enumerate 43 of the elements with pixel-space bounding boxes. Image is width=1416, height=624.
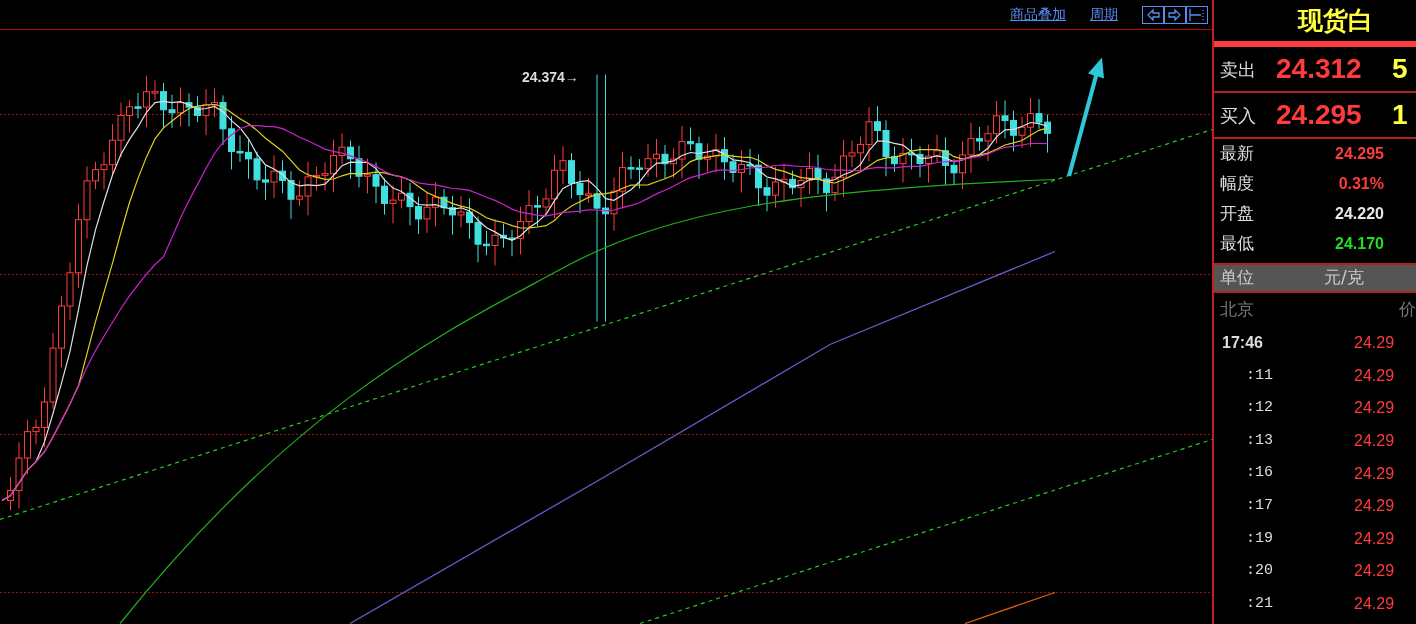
order-label: 卖出 — [1219, 57, 1257, 82]
tick-price: 24.29 — [1354, 528, 1395, 549]
instrument-title: 现货白 — [1296, 5, 1374, 37]
stat-value: 24.220 — [1334, 204, 1384, 224]
right-arrow-icon[interactable] — [1164, 5, 1186, 24]
tick-time: :11 — [1245, 365, 1274, 386]
layout-icon[interactable] — [1186, 5, 1208, 24]
tick-time: :21 — [1245, 593, 1274, 614]
tick-price: 24.29 — [1354, 496, 1395, 517]
stat-label: 最新 — [1219, 142, 1255, 166]
tick-price: 24.29 — [1354, 431, 1395, 452]
price-annotation: 24.374→ — [522, 68, 579, 87]
toolbar-link[interactable]: 商品叠加 — [1010, 4, 1066, 25]
column-header: 价 — [1399, 298, 1416, 322]
order-label: 买入 — [1219, 103, 1257, 128]
toolbar-link[interactable]: 周期 — [1090, 4, 1118, 25]
column-header: 北京 — [1219, 298, 1254, 322]
left-arrow-icon[interactable] — [1142, 5, 1164, 24]
stat-value: 0.31% — [1337, 174, 1384, 194]
tick-price: 24.29 — [1354, 365, 1395, 386]
stat-value: 24.295 — [1334, 144, 1384, 164]
tick-price: 24.29 — [1354, 333, 1395, 354]
order-volume: 5 — [1392, 52, 1408, 86]
tick-time: 17:46 — [1221, 333, 1264, 354]
stat-label: 最低 — [1219, 232, 1255, 256]
tick-price: 24.29 — [1354, 594, 1395, 615]
tick-price: 24.29 — [1354, 463, 1395, 484]
order-volume: 1 — [1392, 98, 1408, 132]
order-price: 24.295 — [1276, 98, 1363, 132]
tick-time: :12 — [1245, 398, 1274, 419]
unit-label: 单位 — [1219, 266, 1255, 290]
tick-time: :19 — [1245, 528, 1274, 549]
tick-price: 24.29 — [1354, 561, 1395, 582]
tick-time: :13 — [1245, 430, 1274, 451]
tick-price: 24.29 — [1354, 398, 1395, 419]
tick-time: :17 — [1245, 496, 1274, 516]
stat-label: 开盘 — [1219, 202, 1255, 226]
tick-time: :20 — [1245, 561, 1274, 582]
stat-value: 24.170 — [1334, 234, 1384, 254]
unit-value: 元/克 — [1324, 266, 1364, 290]
stat-label: 幅度 — [1219, 172, 1255, 196]
tick-time: :16 — [1245, 463, 1274, 484]
order-price: 24.312 — [1276, 52, 1363, 86]
